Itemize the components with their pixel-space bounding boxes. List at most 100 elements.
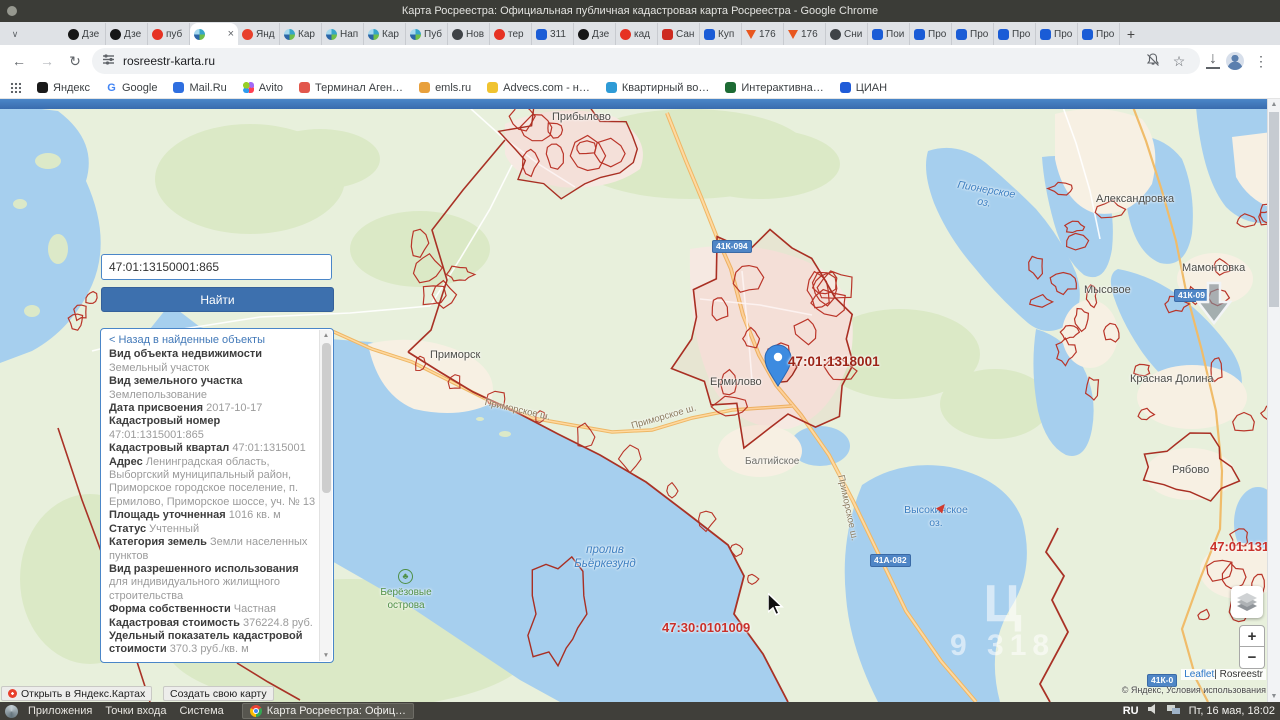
bookmark-ЦИАН[interactable]: ЦИАН	[840, 82, 887, 94]
pinwheel-favicon-icon	[368, 29, 379, 40]
tab-title: Сни	[844, 29, 863, 40]
apps-grid-icon[interactable]	[10, 82, 21, 93]
search-input[interactable]	[101, 254, 332, 280]
bookmark-Яндекс[interactable]: Яндекс	[37, 82, 90, 94]
browser-toolbar: ← → ↻ rosreestr-karta.ru ☆ ↓ ⋮	[0, 45, 1280, 77]
info-field: Вид земельного участка Землепользование	[109, 375, 316, 402]
tab-Про[interactable]: Про	[952, 23, 994, 45]
page-scrollbar-thumb[interactable]	[1269, 112, 1279, 307]
tab-close-icon[interactable]: ×	[228, 28, 234, 40]
tab-Дзе[interactable]: Дзе	[64, 23, 106, 45]
bookmark-Google[interactable]: GGoogle	[106, 82, 157, 94]
bookmark-label: Терминал Аген…	[315, 82, 403, 94]
menu-icon[interactable]: ⋮	[1250, 53, 1272, 70]
dzen-favicon-icon	[68, 29, 79, 40]
taskbar-menu-Точки входа[interactable]: Точки входа	[105, 705, 166, 717]
site-settings-icon[interactable]	[102, 53, 115, 69]
applications-menu-icon[interactable]	[5, 705, 18, 718]
zoom-out-button[interactable]: −	[1239, 647, 1265, 669]
tab-Про[interactable]: Про	[1078, 23, 1120, 45]
panel-scrollbar-thumb[interactable]	[322, 343, 331, 493]
bookmark-label: emls.ru	[435, 82, 471, 94]
find-button[interactable]: Найти	[101, 287, 334, 312]
tab-Про[interactable]: Про	[994, 23, 1036, 45]
bookmark-label: Интерактивна…	[741, 82, 823, 94]
bookmark-favicon-icon	[173, 82, 184, 93]
tab-Дзе[interactable]: Дзе	[106, 23, 148, 45]
tab-Куп[interactable]: Куп	[700, 23, 742, 45]
reload-button[interactable]: ↻	[64, 53, 86, 70]
forward-button[interactable]: →	[36, 53, 58, 69]
tab-176[interactable]: 176	[784, 23, 826, 45]
tab-Кар[interactable]: Кар	[364, 23, 406, 45]
field-value: 47:01:1315001	[232, 442, 305, 454]
scroll-down-icon[interactable]: ▼	[320, 652, 332, 659]
tab-Дзе[interactable]: Дзе	[574, 23, 616, 45]
bookmark-favicon-icon	[487, 82, 498, 93]
tab-Сан[interactable]: Сан	[658, 23, 700, 45]
bookmark-Mail.Ru[interactable]: Mail.Ru	[173, 82, 226, 94]
bookmark-emls.ru[interactable]: emls.ru	[419, 82, 471, 94]
network-icon[interactable]	[1167, 702, 1181, 720]
taskbar: Приложения Точки входа Система Карта Росре…	[0, 702, 1280, 720]
tab-176[interactable]: 176	[742, 23, 784, 45]
zoom-in-button[interactable]: +	[1239, 625, 1265, 647]
pinwheel-favicon-icon	[194, 29, 205, 40]
tab-title: тер	[508, 29, 527, 40]
tab-кад[interactable]: кад	[616, 23, 658, 45]
orange-tri-favicon-icon	[788, 30, 798, 39]
page-scrollbar[interactable]: ▲ ▼	[1267, 99, 1280, 702]
info-field: Кадастровый квартал 47:01:1315001	[109, 442, 316, 455]
taskbar-menu-Приложения[interactable]: Приложения	[28, 705, 92, 717]
panel-scrollbar[interactable]: ▲ ▼	[319, 330, 332, 661]
bookmark-Avito[interactable]: Avito	[243, 82, 283, 94]
tab-current[interactable]: ×	[190, 23, 238, 45]
tab-Пуб[interactable]: Пуб	[406, 23, 448, 45]
tab-Пои[interactable]: Пои	[868, 23, 910, 45]
tab-Про[interactable]: Про	[1036, 23, 1078, 45]
tab-Янд[interactable]: Янд	[238, 23, 280, 45]
clock[interactable]: Пт, 16 мая, 18:02	[1189, 705, 1275, 717]
footer-button-label: Создать свою карту	[170, 688, 267, 700]
back-button[interactable]: ←	[8, 53, 30, 69]
page-scroll-down-icon[interactable]: ▼	[1268, 693, 1280, 700]
create-own-map-button[interactable]: Создать свою карту	[163, 686, 274, 701]
tab-311[interactable]: 311	[532, 23, 574, 45]
tab-Про[interactable]: Про	[910, 23, 952, 45]
bookmark-Advecs.com - н…[interactable]: Advecs.com - н…	[487, 82, 590, 94]
bookmark-star-icon[interactable]: ☆	[1168, 53, 1190, 70]
taskbar-menu-Система[interactable]: Система	[179, 705, 223, 717]
notifications-blocked-icon[interactable]	[1146, 53, 1160, 70]
volume-icon[interactable]	[1147, 702, 1159, 720]
tab-title: Пои	[886, 29, 905, 40]
profile-avatar[interactable]	[1226, 52, 1244, 70]
tab-Нов[interactable]: Нов	[448, 23, 490, 45]
open-in-yandex-maps-button[interactable]: Открыть в Яндекс.Картах	[1, 686, 152, 701]
tab-search-chevron-icon[interactable]: ∨	[6, 23, 24, 45]
tab-тер[interactable]: тер	[490, 23, 532, 45]
taskbar-window-title: Карта Росреестра: Офиц…	[267, 705, 406, 717]
page-scroll-up-icon[interactable]: ▲	[1268, 101, 1280, 108]
url-text[interactable]: rosreestr-karta.ru	[123, 54, 1138, 68]
keyboard-layout-indicator[interactable]: RU	[1123, 705, 1139, 717]
bookmark-Интерактивна…[interactable]: Интерактивна…	[725, 82, 823, 94]
object-info-panel: < Назад в найденные объекты Вид объекта …	[100, 328, 334, 663]
layers-control[interactable]	[1231, 586, 1263, 618]
leaflet-link[interactable]: Leaflet	[1184, 669, 1214, 680]
tab-пуб[interactable]: пуб	[148, 23, 190, 45]
footer-button-label: Открыть в Яндекс.Картах	[21, 688, 145, 700]
blue-a-favicon-icon	[914, 29, 925, 40]
window-title: Карта Росреестра: Официальная публичная …	[402, 5, 878, 17]
yandex-attribution[interactable]: © Яндекс, Условия использования	[1122, 685, 1266, 695]
downloads-icon[interactable]: ↓	[1206, 53, 1220, 69]
bookmark-Квартирный во…[interactable]: Квартирный во…	[606, 82, 709, 94]
new-tab-button[interactable]: +	[1120, 24, 1142, 44]
url-bar[interactable]: rosreestr-karta.ru ☆	[92, 48, 1200, 74]
back-to-results-link[interactable]: < Назад в найденные объекты	[109, 334, 316, 347]
tab-Кар[interactable]: Кар	[280, 23, 322, 45]
scroll-up-icon[interactable]: ▲	[320, 332, 332, 339]
tab-Сни[interactable]: Сни	[826, 23, 868, 45]
taskbar-window-button[interactable]: Карта Росреестра: Офиц…	[242, 703, 414, 719]
tab-Нап[interactable]: Нап	[322, 23, 364, 45]
bookmark-Терминал Аген…[interactable]: Терминал Аген…	[299, 82, 403, 94]
